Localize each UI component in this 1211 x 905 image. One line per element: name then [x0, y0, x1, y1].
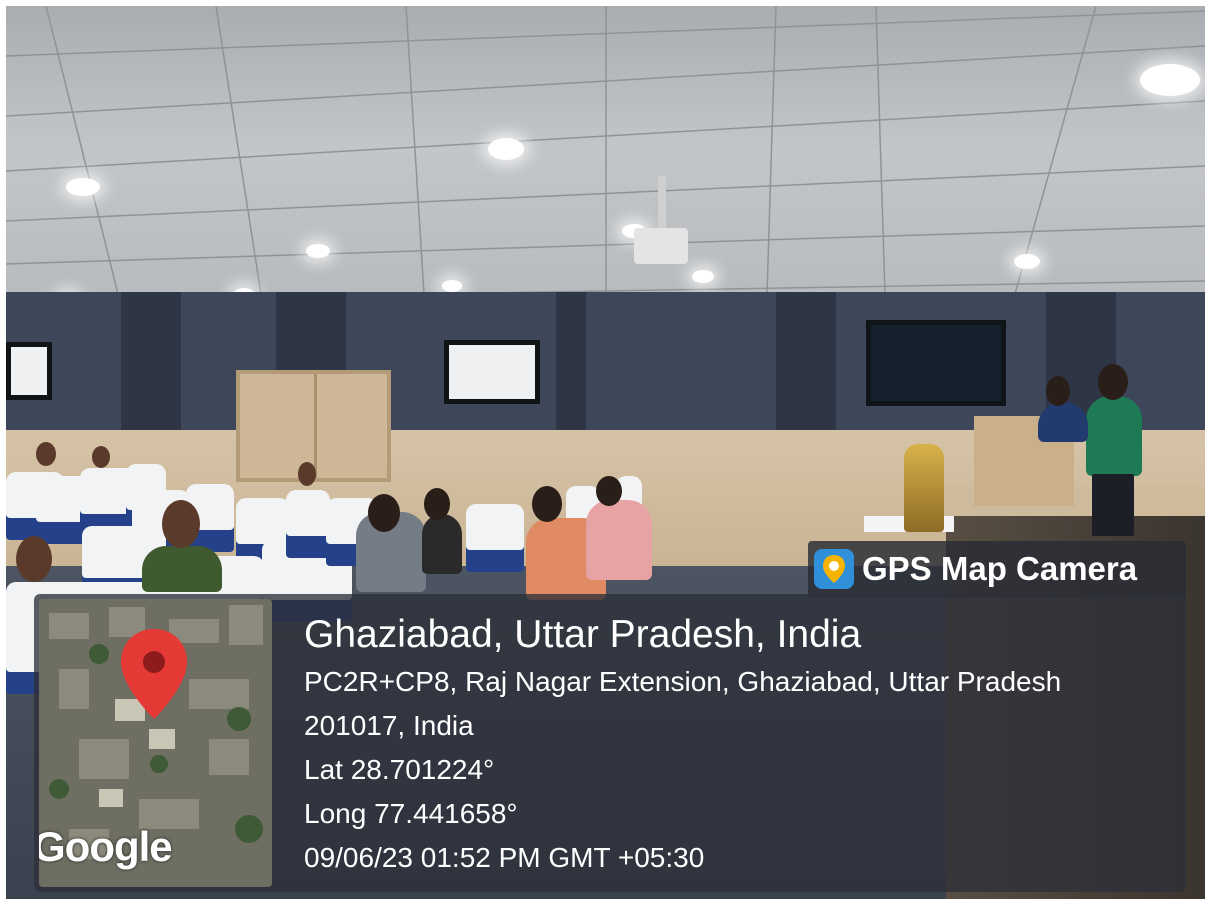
audience-member — [142, 546, 222, 592]
app-name: GPS Map Camera — [862, 550, 1138, 587]
auditorium-seat — [236, 498, 290, 544]
auditorium-seat — [262, 540, 352, 600]
audience-head — [36, 442, 56, 466]
wall-tv-right — [866, 320, 1006, 406]
audience-head — [596, 476, 622, 506]
ceiling-light — [1140, 64, 1200, 96]
app-badge: GPS Map Camera — [808, 541, 1186, 597]
audience-head — [162, 500, 200, 548]
audience-head — [16, 536, 52, 582]
map-provider-logo: Google — [39, 823, 173, 870]
timestamp: 09/06/23 01:52 PM GMT +05:30 — [304, 842, 705, 873]
latitude: Lat 28.701224° — [304, 754, 495, 785]
ceiling-light — [66, 178, 100, 196]
ceiling — [6, 6, 1205, 326]
golden-statue — [904, 444, 944, 532]
audience-head — [368, 494, 400, 532]
speaker-head — [1098, 364, 1128, 400]
audience-head — [532, 486, 562, 522]
map-pin-glyph — [823, 555, 845, 583]
projector — [634, 228, 688, 264]
ceiling-light — [692, 270, 714, 283]
auditorium-seat — [286, 490, 330, 536]
location-title: Ghaziabad, Uttar Pradesh, India — [304, 613, 862, 656]
address-line-2: 201017, India — [304, 710, 474, 741]
presenter-assistant-head — [1046, 376, 1070, 406]
ceiling-grid — [6, 6, 1205, 326]
address-line-1: PC2R+CP8, Raj Nagar Extension, Ghaziabad… — [304, 666, 1062, 697]
audience-member — [422, 514, 462, 574]
speaker — [1086, 396, 1142, 476]
audience-head — [424, 488, 450, 520]
wall-tv-left — [6, 342, 52, 400]
ceiling-light — [442, 280, 462, 292]
satellite-map-thumbnail: Google — [39, 599, 272, 887]
longitude: Long 77.441658° — [304, 798, 518, 829]
audience-head — [92, 446, 110, 468]
wall-tv-center — [444, 340, 540, 404]
ceiling-light — [306, 244, 330, 258]
map-pin-icon — [814, 549, 854, 589]
ceiling-light — [488, 138, 524, 160]
audience-head — [298, 462, 316, 486]
audience-member — [586, 500, 652, 580]
gps-info-overlay: Google Ghaziabad, Uttar Pradesh, India P… — [34, 594, 1186, 892]
auditorium-seat — [466, 504, 524, 550]
projector-mount — [658, 176, 666, 230]
presenter-assistant — [1038, 402, 1088, 442]
ceiling-light — [1014, 254, 1040, 269]
location-details: Ghaziabad, Uttar Pradesh, India PC2R+CP8… — [304, 610, 1061, 880]
photo-frame: GPS Map Camera Google Ghaziabad, Uttar P… — [6, 6, 1205, 899]
speaker-legs — [1092, 474, 1134, 536]
